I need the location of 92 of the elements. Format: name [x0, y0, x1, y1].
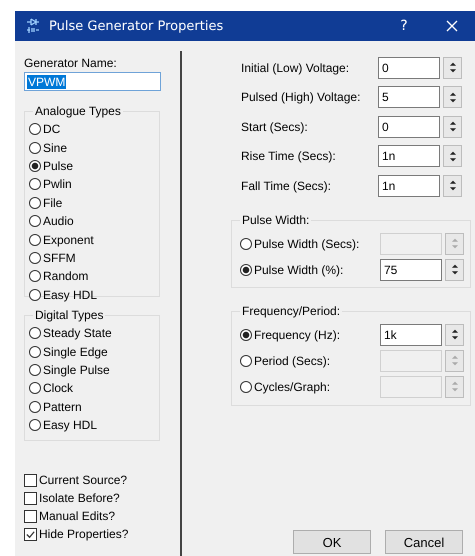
input-field[interactable]: 75	[380, 258, 442, 280]
checkbox[interactable]	[24, 492, 37, 504]
window-title: Pulse Generator Properties	[49, 18, 224, 34]
option-label: Period (Secs):	[254, 354, 332, 368]
option-label: Pulse	[43, 158, 74, 173]
up-down-arrows-icon	[450, 380, 458, 393]
radio-button[interactable]	[240, 238, 252, 250]
field-label: Rise Time (Secs):	[241, 149, 337, 164]
radio-button[interactable]	[29, 234, 41, 246]
radio-button[interactable]	[240, 328, 252, 340]
option-label: Steady State	[43, 326, 112, 340]
close-icon	[446, 20, 458, 32]
group-title: Frequency/Period:	[240, 304, 342, 318]
name-field[interactable]: VPWM	[24, 72, 161, 91]
input-field[interactable]: 0	[378, 116, 440, 138]
input-field[interactable]: 5	[378, 86, 440, 108]
spin-button[interactable]	[443, 86, 462, 108]
up-down-arrows-icon	[450, 263, 458, 276]
dialog-button[interactable]: OK	[293, 530, 371, 554]
option-label: Single Pulse	[43, 362, 110, 377]
option-label: SFFM	[43, 250, 76, 265]
option-label: Audio	[43, 214, 74, 228]
radio-button[interactable]	[29, 400, 41, 413]
field-label: Fall Time (Secs):	[241, 178, 332, 193]
option-label: Random	[43, 269, 88, 284]
radio-button[interactable]	[29, 419, 41, 432]
option-label: Pulse Width (Secs):	[254, 236, 360, 250]
option-label: Single Edge	[43, 344, 108, 359]
group-title: Digital Types	[33, 308, 106, 322]
checkbox-label: Current Source?	[39, 473, 128, 487]
option-label: Frequency (Hz):	[254, 328, 342, 342]
field-label: Pulsed (High) Voltage:	[241, 90, 362, 104]
up-down-arrows-icon	[450, 328, 458, 341]
radio-button[interactable]	[29, 178, 41, 190]
up-down-arrows-icon	[448, 90, 456, 104]
up-down-arrows-icon	[448, 150, 456, 163]
radio-button[interactable]	[29, 215, 41, 228]
radio-button[interactable]	[29, 252, 41, 264]
generator-icon	[25, 18, 41, 34]
group-title: Analogue Types	[33, 104, 123, 118]
option-label: Exponent	[43, 232, 94, 247]
option-label: Pulse Width (%):	[254, 262, 344, 276]
up-down-arrows-icon	[450, 237, 458, 250]
input-field[interactable]: 1k	[380, 324, 442, 346]
option-label: Cycles/Graph:	[254, 380, 332, 394]
radio-button[interactable]	[240, 354, 252, 366]
option-label: Easy HDL	[43, 418, 98, 432]
radio-button[interactable]	[29, 160, 41, 172]
radio-button[interactable]	[29, 123, 41, 136]
option-label: Pattern	[43, 400, 82, 414]
help-button[interactable]: ?	[381, 11, 427, 41]
up-down-arrows-icon	[448, 179, 456, 192]
field-label: Initial (Low) Voltage:	[241, 60, 350, 75]
checkbox[interactable]	[24, 474, 37, 486]
radio-button[interactable]	[29, 196, 41, 209]
option-label: Clock	[43, 381, 74, 396]
checkbox-label: Hide Properties?	[39, 527, 128, 541]
spin-button[interactable]	[443, 56, 462, 79]
checkbox[interactable]	[24, 528, 37, 540]
option-label: Sine	[43, 140, 68, 155]
radio-button[interactable]	[29, 382, 41, 394]
radio-button[interactable]	[29, 364, 41, 376]
field-value: VPWM	[27, 74, 66, 88]
option-label: Pwlin	[43, 177, 72, 192]
option-label: File	[43, 196, 62, 210]
field-label: Generator Name:	[24, 56, 118, 70]
checkbox-label: Manual Edits?	[39, 509, 116, 523]
radio-button[interactable]	[29, 288, 41, 301]
option-label: DC	[43, 122, 60, 136]
field-label: Start (Secs):	[241, 120, 309, 134]
spin-button[interactable]	[443, 174, 462, 197]
radio-button[interactable]	[29, 327, 41, 340]
radio-button[interactable]	[29, 346, 41, 358]
input-field[interactable]: 0	[378, 56, 440, 79]
spin-button[interactable]	[443, 145, 462, 168]
up-down-arrows-icon	[448, 120, 456, 134]
radio-button[interactable]	[29, 270, 41, 282]
checkbox-label: Isolate Before?	[39, 491, 120, 505]
option-label: Easy HDL	[43, 288, 98, 302]
input-field[interactable]: 1n	[378, 174, 440, 197]
dialog-button[interactable]: Cancel	[385, 530, 463, 554]
up-down-arrows-icon	[448, 61, 456, 74]
checkbox[interactable]	[24, 510, 37, 522]
spin-button[interactable]	[443, 116, 462, 138]
spin-button[interactable]	[445, 258, 464, 280]
group-title: Pulse Width:	[240, 212, 312, 226]
spin-button[interactable]	[445, 324, 464, 346]
input-field[interactable]: 1n	[378, 145, 440, 168]
radio-button[interactable]	[240, 380, 252, 392]
radio-button[interactable]	[29, 142, 41, 154]
radio-button[interactable]	[240, 264, 252, 276]
up-down-arrows-icon	[450, 354, 458, 367]
